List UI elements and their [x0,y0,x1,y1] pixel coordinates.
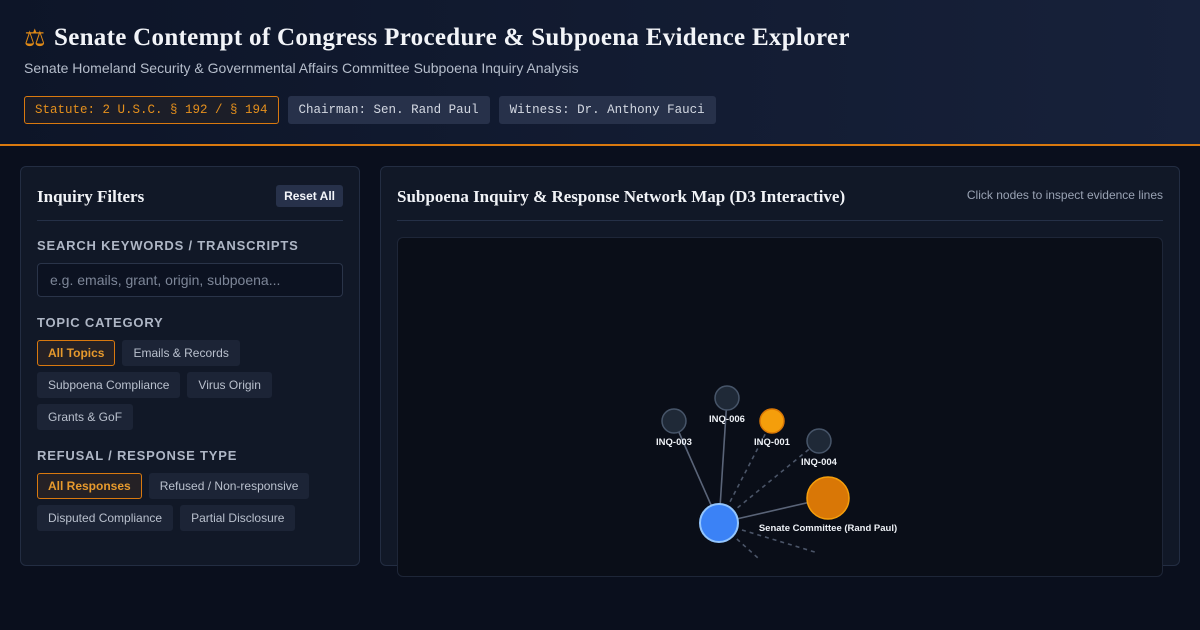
network-node-inq-003[interactable] [661,408,687,434]
topic-chip-grants[interactable]: Grants & GoF [37,404,134,430]
page-subtitle: Senate Homeland Security & Governmental … [24,60,579,76]
title-row: ⚖ Senate Contempt of Congress Procedure … [24,22,850,54]
response-chips: All Responses Refused / Non-responsive D… [37,473,347,531]
topic-label: TOPIC CATEGORY [37,315,164,330]
network-svg[interactable]: Senate Committee (Rand Paul) INQ-003 INQ-0… [398,238,1163,577]
response-label: REFUSAL / RESPONSE TYPE [37,448,238,463]
response-chip-partial[interactable]: Partial Disclosure [180,505,296,531]
filters-panel: Inquiry Filters Reset All SEARCH KEYWORD… [20,166,360,566]
network-node-committee[interactable] [806,476,850,520]
search-input[interactable] [37,263,343,297]
page-title: Senate Contempt of Congress Procedure & … [54,24,850,51]
response-chip-refused[interactable]: Refused / Non-responsive [148,473,310,499]
network-node-hub[interactable] [699,503,739,543]
search-label: SEARCH KEYWORDS / TRANSCRIPTS [37,238,299,253]
network-node-inq-001[interactable] [759,408,785,434]
network-header: Subpoena Inquiry & Response Network Map … [397,185,1163,221]
network-label-inq-003: INQ-003 [656,437,692,448]
topic-chips: All Topics Emails & Records Subpoena Com… [37,340,347,430]
context-tags: Statute: 2 U.S.C. § 192 / § 194 Chairman… [24,96,716,124]
topic-chip-all[interactable]: All Topics [37,340,116,366]
chairman-tag: Chairman: Sen. Rand Paul [287,96,490,124]
filters-header: Inquiry Filters Reset All [37,185,343,221]
witness-tag: Witness: Dr. Anthony Fauci [498,96,716,124]
network-label-inq-006: INQ-006 [709,414,745,425]
topic-chip-origin[interactable]: Virus Origin [187,372,272,398]
statute-tag: Statute: 2 U.S.C. § 192 / § 194 [24,96,279,124]
network-panel: Subpoena Inquiry & Response Network Map … [380,166,1180,577]
topic-chip-subpoena[interactable]: Subpoena Compliance [37,372,181,398]
network-label-inq-004: INQ-004 [801,457,838,468]
network-graph[interactable]: Senate Committee (Rand Paul) INQ-003 INQ-0… [397,237,1163,577]
response-chip-all[interactable]: All Responses [37,473,142,499]
network-node-inq-006[interactable] [714,385,740,411]
network-label-committee: Senate Committee (Rand Paul) [759,523,897,534]
network-node-inq-004[interactable] [806,428,832,454]
topic-chip-emails[interactable]: Emails & Records [122,340,240,366]
network-hint: Click nodes to inspect evidence lines [966,188,1163,202]
balance-scale-icon: ⚖ [24,24,46,52]
network-label-inq-001: INQ-001 [754,437,791,448]
app-header: ⚖ Senate Contempt of Congress Procedure … [0,0,1200,146]
reset-all-button[interactable]: Reset All [276,185,343,207]
response-chip-disputed[interactable]: Disputed Compliance [37,505,174,531]
